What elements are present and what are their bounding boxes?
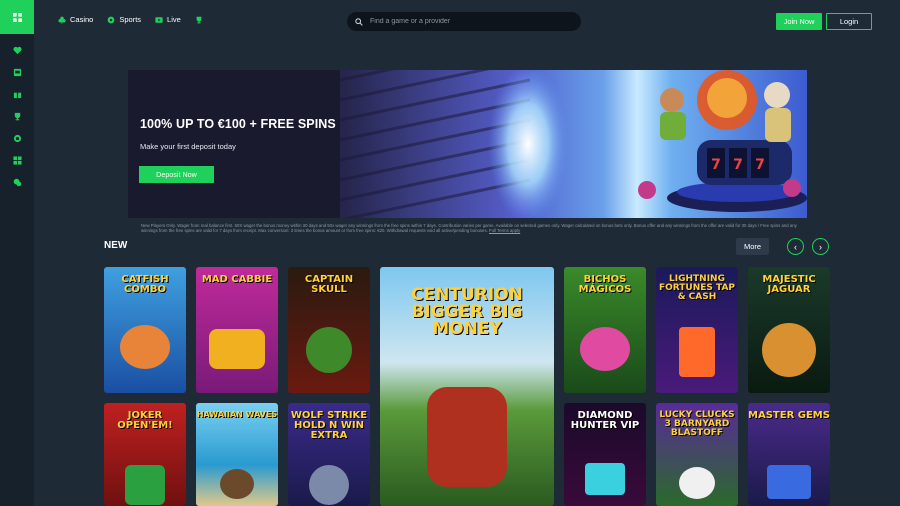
- game-art: [585, 463, 625, 495]
- nav-casino-label: Casino: [70, 15, 94, 24]
- search-input[interactable]: [370, 18, 570, 25]
- game-art: [679, 467, 715, 499]
- section-title: NEW: [104, 240, 128, 251]
- game-tile[interactable]: MAJESTIC JAGUAR: [748, 267, 830, 393]
- game-tile[interactable]: CATFISH COMBO: [104, 267, 186, 393]
- game-title: JOKER OPEN'EM!: [117, 410, 173, 431]
- terms-text: New Players Only. Wager from real balanc…: [141, 223, 797, 234]
- svg-text:7: 7: [711, 157, 721, 173]
- game-title: LUCKY CLUCKS 3 BARNYARD BLASTOFF: [659, 410, 735, 438]
- main-nav: Casino Sports Live: [58, 15, 203, 24]
- game-art: [220, 469, 254, 499]
- sidebar-live[interactable]: [0, 127, 34, 149]
- chevron-left-icon: ‹: [794, 241, 797, 252]
- game-title: CAPTAIN SKULL: [304, 274, 354, 295]
- game-art: [427, 387, 507, 487]
- game-art: [120, 325, 170, 369]
- game-tile[interactable]: HAWAIIAN WAVES: [196, 403, 278, 506]
- grid-icon: [12, 155, 22, 165]
- search-bar[interactable]: [347, 12, 581, 31]
- sidebar-promotions[interactable]: [0, 83, 34, 105]
- search-icon: [355, 17, 363, 26]
- ball-icon: [107, 16, 115, 23]
- game-art: [767, 465, 811, 499]
- game-art: [309, 465, 349, 505]
- full-terms-link[interactable]: Full Terms apply: [489, 228, 520, 233]
- svg-text:7: 7: [733, 157, 743, 173]
- nav-tournaments[interactable]: [195, 15, 203, 24]
- nav-sports[interactable]: Sports: [107, 15, 141, 24]
- game-tile[interactable]: JOKER OPEN'EM!: [104, 403, 186, 506]
- game-tile-featured[interactable]: CENTURION BIGGER BIG MONEY: [380, 267, 554, 506]
- game-tile[interactable]: WOLF STRIKE HOLD N WIN EXTRA: [288, 403, 370, 506]
- game-art: [209, 329, 265, 369]
- grid-icon: [12, 12, 22, 22]
- game-tile[interactable]: MAD CABBIE: [196, 267, 278, 393]
- nav-live[interactable]: Live: [155, 15, 181, 24]
- banner-subtitle: Make your first deposit today: [140, 142, 236, 151]
- menu-grid-button[interactable]: [0, 0, 34, 34]
- game-title: WOLF STRIKE HOLD N WIN EXTRA: [290, 410, 368, 441]
- clubs-icon: [58, 16, 66, 24]
- gift-icon: [13, 92, 21, 98]
- next-button[interactable]: ›: [812, 238, 829, 255]
- live-icon: [155, 16, 163, 23]
- sidebar-support[interactable]: [0, 171, 34, 193]
- light-beam: [488, 70, 568, 218]
- more-button[interactable]: More: [736, 238, 769, 255]
- game-art: [679, 327, 715, 377]
- game-title: DIAMOND HUNTER VIP: [570, 410, 640, 431]
- game-title: MAJESTIC JAGUAR: [762, 274, 816, 295]
- chip-icon: [13, 134, 21, 142]
- game-title: BICHOS MÁGICOS: [578, 274, 632, 295]
- heart-icon: [12, 46, 22, 54]
- sidebar-favorites[interactable]: [0, 39, 34, 61]
- sidebar-slots[interactable]: [0, 61, 34, 83]
- promo-banner[interactable]: 100% UP TO €100 + FREE SPINS Make your f…: [128, 70, 807, 218]
- chat-icon: [13, 178, 21, 186]
- top-bar: Casino Sports Live Join Now Login: [34, 0, 900, 44]
- banner-title: 100% UP TO €100 + FREE SPINS: [140, 117, 336, 131]
- game-art: [580, 327, 630, 371]
- game-tile[interactable]: MASTER GEMS: [748, 403, 830, 506]
- login-button[interactable]: Login: [826, 13, 872, 30]
- sidebar-categories[interactable]: [0, 149, 34, 171]
- terms-fine-print: New Players Only. Wager from real balanc…: [141, 223, 806, 234]
- nav-sports-label: Sports: [119, 15, 142, 24]
- game-title: MAD CABBIE: [201, 274, 273, 285]
- join-now-button[interactable]: Join Now: [776, 13, 822, 30]
- trophy-icon: [14, 112, 20, 120]
- trophy-icon: [196, 16, 202, 23]
- game-tile[interactable]: LIGHTNING FORTUNES TAP & CASH: [656, 267, 738, 393]
- slots-icon: [13, 68, 21, 76]
- game-tile[interactable]: BICHOS MÁGICOS: [564, 267, 646, 393]
- svg-text:7: 7: [755, 157, 765, 173]
- game-tile[interactable]: LUCKY CLUCKS 3 BARNYARD BLASTOFF: [656, 403, 738, 506]
- game-title: CATFISH COMBO: [121, 274, 169, 295]
- slot-characters-illustration: 7 7 7: [638, 70, 807, 212]
- game-tile[interactable]: CAPTAIN SKULL: [288, 267, 370, 393]
- game-tile[interactable]: DIAMOND HUNTER VIP: [564, 403, 646, 506]
- game-title: MASTER GEMS: [748, 410, 830, 421]
- game-art: [125, 465, 165, 505]
- game-art: [762, 323, 816, 377]
- game-title: HAWAIIAN WAVES: [196, 410, 278, 419]
- game-art: [306, 327, 352, 373]
- chevron-right-icon: ›: [819, 241, 822, 252]
- prev-button[interactable]: ‹: [787, 238, 804, 255]
- nav-casino[interactable]: Casino: [58, 15, 93, 24]
- game-title: CENTURION BIGGER BIG MONEY: [411, 285, 523, 339]
- deposit-now-button[interactable]: Deposit Now: [139, 166, 214, 183]
- sidebar-tournaments[interactable]: [0, 105, 34, 127]
- nav-live-label: Live: [167, 15, 181, 24]
- game-title: LIGHTNING FORTUNES TAP & CASH: [658, 274, 736, 302]
- sidebar: [0, 0, 34, 506]
